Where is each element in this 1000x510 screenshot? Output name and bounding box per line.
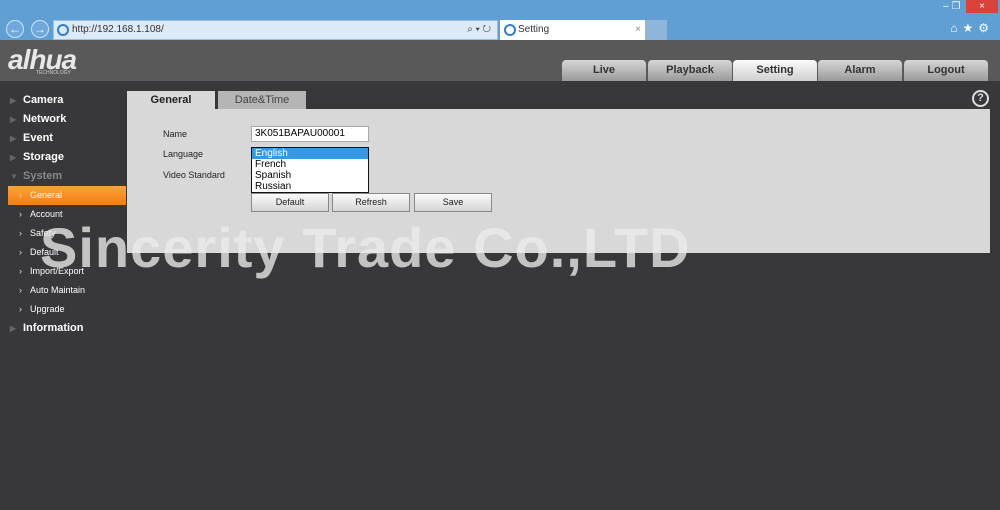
default-button[interactable]: Default: [251, 193, 329, 212]
new-tab-button[interactable]: [645, 20, 667, 40]
chevron-right-icon: ›: [19, 228, 22, 238]
sidebar-item-network[interactable]: ▶ Network: [0, 110, 126, 129]
ie-icon: [504, 24, 516, 36]
watermark: Sincerity Trade Co.,LTD: [40, 216, 691, 279]
tab-alarm[interactable]: Alarm: [818, 60, 902, 81]
sub-label: General: [30, 190, 63, 200]
language-dropdown-list[interactable]: English French Spanish Russian: [251, 147, 369, 193]
name-input[interactable]: 3K051BAPAU00001: [251, 126, 369, 142]
address-bar[interactable]: http://192.168.1.108/ ⌕ ▾ ↻: [53, 20, 498, 40]
name-label: Name: [163, 129, 188, 139]
tab-logout[interactable]: Logout: [904, 60, 988, 81]
tab-playback[interactable]: Playback: [648, 60, 732, 81]
chevron-right-icon: ›: [19, 209, 22, 219]
language-option-russian[interactable]: Russian: [252, 181, 368, 192]
sub-label: Upgrade: [30, 304, 65, 314]
sidebar-item-storage[interactable]: ▶ Storage: [0, 148, 126, 167]
language-option-spanish[interactable]: Spanish: [252, 170, 368, 181]
triangle-right-icon: ▶: [10, 324, 17, 333]
back-button[interactable]: ←: [6, 20, 24, 38]
sidebar-item-camera[interactable]: ▶ Camera: [0, 91, 126, 110]
chevron-right-icon: ›: [19, 285, 22, 295]
triangle-down-icon: ▼: [10, 172, 18, 181]
logo-subtitle: TECHNOLOGY: [36, 70, 72, 76]
panel-tab-datetime[interactable]: Date&Time: [218, 91, 306, 109]
sidebar-label: Information: [23, 322, 84, 334]
language-option-french[interactable]: French: [252, 159, 368, 170]
close-button[interactable]: ×: [966, 0, 998, 13]
chevron-right-icon: ›: [19, 247, 22, 257]
browser-chrome: ← → http://192.168.1.108/⌕ ▾ ↻ Setting × …: [0, 0, 1000, 40]
language-label: Language: [163, 149, 204, 159]
sidebar-sub-auto-maintain[interactable]: › Auto Maintain: [0, 281, 126, 300]
triangle-right-icon: ▶: [10, 134, 17, 143]
sidebar-label: System: [23, 170, 63, 182]
tab-setting[interactable]: Setting: [733, 60, 817, 81]
sidebar-sub-upgrade[interactable]: › Upgrade: [0, 300, 126, 319]
triangle-right-icon: ▶: [10, 115, 17, 124]
chevron-right-icon: ›: [19, 190, 22, 200]
sidebar-item-event[interactable]: ▶ Event: [0, 129, 126, 148]
ie-icon: [57, 24, 69, 36]
star-icon[interactable]: ★: [962, 21, 978, 35]
home-icon[interactable]: ⌂: [950, 21, 962, 35]
chevron-right-icon: ›: [19, 266, 22, 276]
gear-icon[interactable]: ⚙: [978, 21, 994, 35]
sidebar-label: Event: [23, 132, 53, 144]
url-text: http://192.168.1.108/: [72, 24, 164, 35]
sidebar-item-system[interactable]: ▼ System: [0, 167, 126, 186]
sidebar-label: Storage: [23, 151, 64, 163]
browser-tab[interactable]: Setting ×: [500, 20, 645, 40]
search-refresh-icon[interactable]: ⌕ ▾ ↻: [467, 21, 491, 39]
sidebar-label: Network: [23, 113, 67, 125]
sidebar-item-information[interactable]: ▶ Information: [0, 319, 126, 338]
forward-button[interactable]: →: [31, 20, 49, 38]
sidebar-label: Camera: [23, 94, 64, 106]
language-option-english[interactable]: English: [252, 148, 368, 159]
refresh-button[interactable]: Refresh: [332, 193, 410, 212]
triangle-right-icon: ▶: [10, 153, 17, 162]
tab-title: Setting: [518, 24, 550, 35]
sidebar-sub-general[interactable]: › General: [8, 186, 126, 205]
chevron-right-icon: ›: [19, 304, 22, 314]
tab-close-icon[interactable]: ×: [635, 20, 641, 40]
tab-live[interactable]: Live: [562, 60, 646, 81]
save-button[interactable]: Save: [414, 193, 492, 212]
triangle-right-icon: ▶: [10, 96, 17, 105]
help-icon[interactable]: ?: [972, 90, 989, 107]
restore-button[interactable]: ❐: [946, 0, 966, 13]
panel-tab-general[interactable]: General: [127, 91, 215, 109]
video-standard-label: Video Standard: [163, 170, 225, 180]
sub-label: Auto Maintain: [30, 285, 86, 295]
